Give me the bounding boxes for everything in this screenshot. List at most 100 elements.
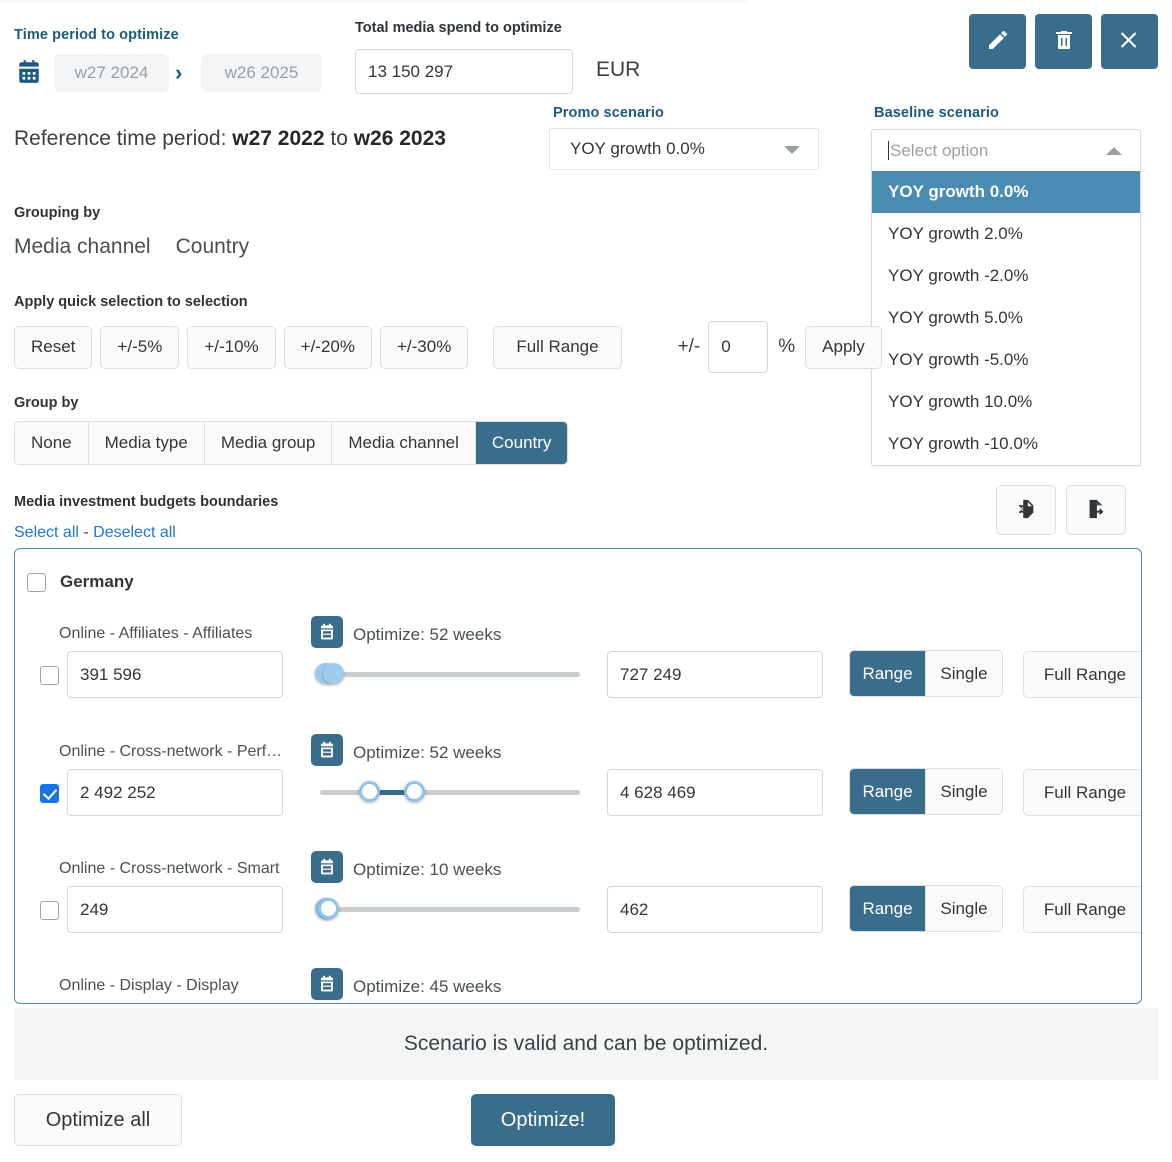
mode-single-option[interactable]: Single xyxy=(926,651,1002,696)
slider-handle-max[interactable] xyxy=(403,781,425,802)
quick-pm5-button[interactable]: +/-5% xyxy=(100,325,180,369)
budgets-title: Media investment budgets boundaries xyxy=(14,494,279,510)
promo-scenario-value: YOY growth 0.0% xyxy=(570,139,705,158)
group-by-tab[interactable]: None xyxy=(15,422,89,464)
select-links: Select all - Deselect all xyxy=(14,524,176,542)
budget-row-optimize-weeks: Optimize: 10 weeks xyxy=(353,860,502,879)
quick-selection-toolbar: Reset +/-5% +/-10% +/-20% +/-30% Full Ra… xyxy=(14,321,890,373)
budget-row-mode-toggle: Range Single xyxy=(849,885,1003,932)
custom-percent-input[interactable] xyxy=(708,321,769,373)
baseline-scenario-input[interactable]: Select option xyxy=(872,130,1140,171)
country-name: Germany xyxy=(60,572,134,591)
budget-row-label: Online - Cross-network - Perf… xyxy=(59,743,283,760)
group-by-tab[interactable]: Country xyxy=(475,422,568,464)
baseline-option[interactable]: YOY growth -5.0% xyxy=(872,339,1140,381)
baseline-option[interactable]: YOY growth 5.0% xyxy=(872,297,1140,339)
status-banner: Scenario is valid and can be optimized. xyxy=(14,1008,1158,1080)
chevron-down-icon xyxy=(784,146,800,154)
spend-label: Total media spend to optimize xyxy=(355,20,562,36)
quick-full-range-button[interactable]: Full Range xyxy=(493,325,622,369)
mode-range-option[interactable]: Range xyxy=(850,886,926,931)
group-by-tab[interactable]: Media group xyxy=(204,422,333,464)
mode-single-option[interactable]: Single xyxy=(926,886,1002,931)
deselect-all-link[interactable]: Deselect all xyxy=(93,524,176,541)
budgets-io-toolbar xyxy=(996,485,1126,535)
baseline-scenario-placeholder: Select option xyxy=(890,140,989,160)
promo-scenario-select[interactable]: YOY growth 0.0% xyxy=(549,128,819,170)
total-media-spend-input[interactable] xyxy=(355,49,573,94)
quick-reset-button[interactable]: Reset xyxy=(14,325,93,369)
budget-row-checkbox[interactable] xyxy=(40,666,59,685)
budget-row-optimize-weeks: Optimize: 52 weeks xyxy=(353,743,502,762)
time-period-end-chip[interactable]: w26 2025 xyxy=(201,54,322,92)
quick-pm20-button[interactable]: +/-20% xyxy=(283,325,372,369)
baseline-option[interactable]: YOY growth 10.0% xyxy=(872,381,1140,423)
baseline-option[interactable]: YOY growth 2.0% xyxy=(872,213,1140,255)
budget-row-checkbox[interactable] xyxy=(40,901,59,920)
budget-row-max-input[interactable] xyxy=(607,651,823,698)
currency-label: EUR xyxy=(596,58,641,81)
quick-pm10-button[interactable]: +/-10% xyxy=(187,325,276,369)
budget-row-range-slider[interactable] xyxy=(315,898,580,920)
edit-scenario-button[interactable] xyxy=(969,14,1026,69)
group-by-tab[interactable]: Media channel xyxy=(332,422,476,464)
plus-minus-label: +/- xyxy=(677,336,701,357)
calendar-icon[interactable] xyxy=(311,851,343,883)
budget-row-range-slider[interactable] xyxy=(315,663,580,685)
calendar-icon[interactable] xyxy=(311,616,343,648)
calendar-icon[interactable] xyxy=(311,968,343,1000)
delete-scenario-button[interactable] xyxy=(1035,14,1092,69)
calendar-icon[interactable] xyxy=(16,59,42,90)
quick-selection-label: Apply quick selection to selection xyxy=(14,294,248,310)
scenario-actions-toolbar xyxy=(969,14,1158,69)
group-by-tabs: None Media type Media group Media channel Co… xyxy=(14,421,569,465)
baseline-option[interactable]: YOY growth 0.0% xyxy=(872,171,1140,213)
optimize-button[interactable]: Optimize! xyxy=(471,1094,615,1146)
time-period-start-chip[interactable]: w27 2024 xyxy=(54,54,169,92)
mode-range-option[interactable]: Range xyxy=(850,769,926,814)
optimize-all-button[interactable]: Optimize all xyxy=(14,1094,182,1146)
budget-row-full-range-button[interactable]: Full Range xyxy=(1023,886,1141,933)
budget-row-min-input[interactable] xyxy=(67,769,283,816)
baseline-scenario-option-list: YOY growth 0.0% YOY growth 2.0% YOY growth… xyxy=(872,171,1140,465)
budget-row-max-input[interactable] xyxy=(607,769,823,816)
slider-track xyxy=(320,907,580,912)
reference-end: w26 2023 xyxy=(353,127,446,150)
budget-row-label: Online - Cross-network - Smart xyxy=(59,860,280,877)
reference-prefix: Reference time period: xyxy=(14,127,233,150)
chevron-right-icon: › xyxy=(175,60,183,85)
select-all-link[interactable]: Select all xyxy=(14,524,79,541)
export-document-icon xyxy=(1085,498,1107,523)
country-group-header: Germany xyxy=(27,572,134,592)
close-button[interactable] xyxy=(1101,14,1158,69)
mode-single-option[interactable]: Single xyxy=(926,769,1002,814)
trash-icon xyxy=(1052,28,1076,55)
budget-row-full-range-button[interactable]: Full Range xyxy=(1023,651,1141,698)
group-by-label: Group by xyxy=(14,395,79,411)
country-checkbox[interactable] xyxy=(27,572,46,592)
apply-percent-button[interactable]: Apply xyxy=(805,325,882,369)
baseline-option[interactable]: YOY growth -2.0% xyxy=(872,255,1140,297)
mode-range-option[interactable]: Range xyxy=(850,651,926,696)
baseline-option[interactable]: YOY growth -10.0% xyxy=(872,423,1140,465)
budget-row-min-input[interactable] xyxy=(67,886,283,933)
budget-row-label: Online - Affiliates - Affiliates xyxy=(59,625,253,642)
group-by-tab[interactable]: Media type xyxy=(88,422,205,464)
budget-row-min-input[interactable] xyxy=(67,651,283,698)
slider-handle-max[interactable] xyxy=(323,663,344,684)
calendar-icon[interactable] xyxy=(311,734,343,766)
reference-start: w27 2022 xyxy=(232,127,325,150)
budget-row-max-input[interactable] xyxy=(607,886,823,933)
budget-row-full-range-button[interactable]: Full Range xyxy=(1023,769,1141,816)
custom-percent-group: +/- % Apply xyxy=(678,321,890,373)
budget-row-optimize-weeks: Optimize: 45 weeks xyxy=(353,977,502,996)
budget-row-range-slider[interactable] xyxy=(320,781,580,803)
slider-handle-max[interactable] xyxy=(317,898,339,919)
import-budgets-button[interactable] xyxy=(996,485,1056,535)
optimizer-scenario-page: Time period to optimize w27 2024 › w26 2… xyxy=(0,0,1172,1162)
quick-pm30-button[interactable]: +/-30% xyxy=(380,325,469,369)
budget-row-checkbox[interactable] xyxy=(40,784,59,803)
slider-handle-min[interactable] xyxy=(359,781,381,802)
export-budgets-button[interactable] xyxy=(1066,485,1126,535)
close-icon xyxy=(1118,28,1142,55)
